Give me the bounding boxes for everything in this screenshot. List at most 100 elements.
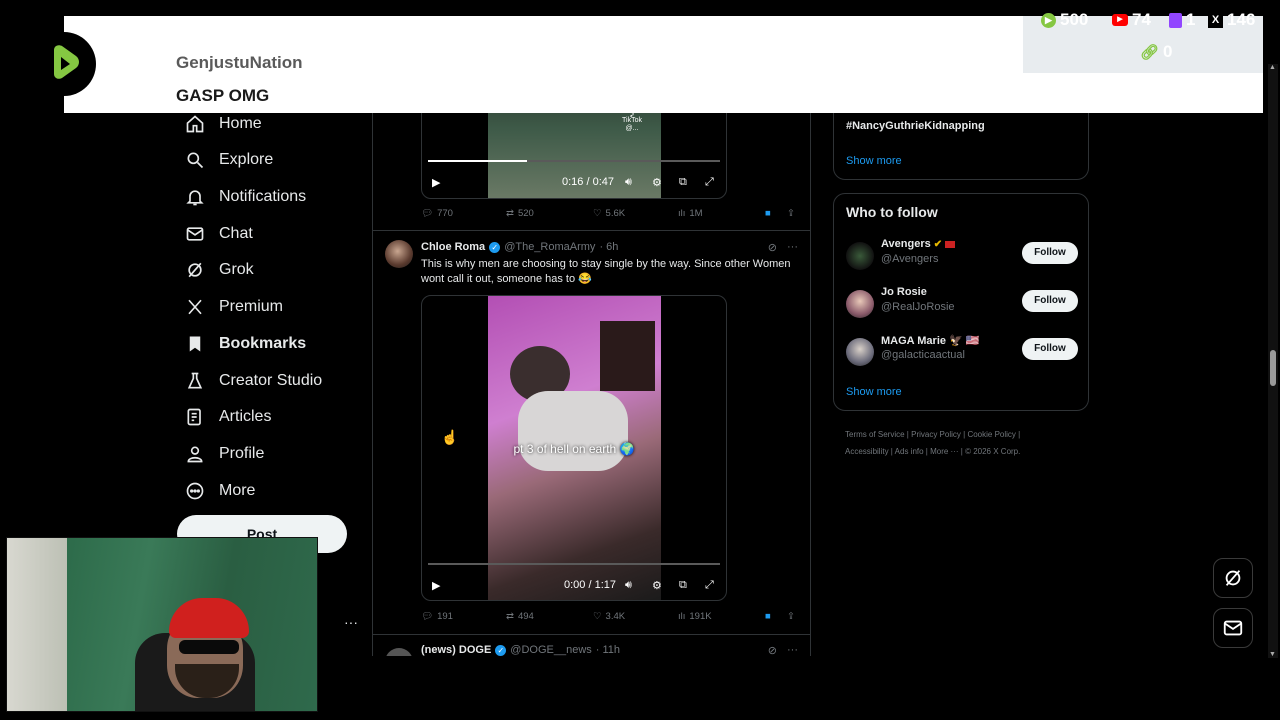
scroll-down-icon[interactable]: ▼ <box>1269 651 1276 658</box>
tweet-header: (news) DOGE ✓ @DOGE__news · 11h <box>421 644 620 656</box>
pip-icon[interactable]: ⧉ <box>679 176 687 189</box>
repost-button[interactable]: ⇄ 520 <box>506 208 534 219</box>
author-name[interactable]: (news) DOGE <box>421 644 491 656</box>
top-video[interactable]: ♪ TikTok @... ▶ 0:16 / 0:47 🔊︎ ⚙︎ ⧉ ⤢ <box>421 100 727 199</box>
footer-links: Terms of Service | Privacy Policy | Cook… <box>845 430 1021 456</box>
tweet-actions: 💬︎ 191 ⇄ 494 ♡ 3.4K ılı 191K ■ ⇪ <box>421 611 801 627</box>
view-count: 191K <box>689 611 712 622</box>
like-button[interactable]: ♡ 5.6K <box>593 208 625 219</box>
views-button[interactable]: ılı 1M <box>678 208 703 219</box>
video-time: 0:16 / 0:47 <box>562 176 614 188</box>
nav-item-premium[interactable]: Premium <box>184 291 283 323</box>
footer-link-terms[interactable]: Terms of Service <box>845 430 905 439</box>
twitch-viewers: 1 <box>1169 10 1195 30</box>
more-icon[interactable]: ··· <box>787 241 798 254</box>
trends-show-more[interactable]: Show more <box>846 155 902 167</box>
footer-link-more[interactable]: More ··· <box>930 447 958 456</box>
follow-suggestion[interactable]: Avengers ✔ @Avengers Follow <box>846 238 1078 278</box>
follow-button[interactable]: Follow <box>1022 290 1078 312</box>
bookmark-button[interactable]: ■ <box>765 208 771 219</box>
grok-floating-button[interactable] <box>1213 558 1253 598</box>
footer-link-accessibility[interactable]: Accessibility <box>845 447 889 456</box>
nav-item-articles[interactable]: Articles <box>184 401 271 433</box>
avatar[interactable] <box>846 290 874 318</box>
footer-link-ads[interactable]: Ads info <box>895 447 924 456</box>
tweet-header: Chloe Roma ✓ @The_RomaArmy · 6h <box>421 241 618 253</box>
account-name[interactable]: Jo Rosie <box>881 286 927 298</box>
grok-icon[interactable]: ⊘ <box>768 644 777 656</box>
repost-button[interactable]: ⇄ 494 <box>506 611 534 622</box>
nav-item-chat[interactable]: Chat <box>184 218 253 250</box>
nav-item-bookmarks[interactable]: Bookmarks <box>184 328 306 360</box>
author-handle[interactable]: @The_RomaArmy <box>504 241 595 253</box>
settings-icon[interactable]: ⚙︎ <box>652 176 662 189</box>
avatar[interactable] <box>846 338 874 366</box>
author-name[interactable]: Chloe Roma <box>421 241 485 253</box>
divider <box>373 230 810 231</box>
twitch-count: 1 <box>1186 10 1196 29</box>
follow-suggestion[interactable]: MAGA Marie 🦅 🇺🇸 @galacticaactual Follow <box>846 334 1078 374</box>
scroll-thumb[interactable] <box>1270 350 1276 386</box>
reply-button[interactable]: 💬︎ 770 <box>421 208 453 219</box>
page-scrollbar[interactable]: ▲ ▼ <box>1268 64 1278 658</box>
follow-suggestion[interactable]: Jo Rosie @RealJoRosie Follow <box>846 286 1078 326</box>
more-icon[interactable]: ··· <box>787 644 798 656</box>
nav-item-explore[interactable]: Explore <box>184 144 273 176</box>
tweet-time[interactable]: · 6h <box>599 241 618 253</box>
nav-item-creator-studio[interactable]: Creator Studio <box>184 365 322 397</box>
person-icon <box>184 443 206 465</box>
nav-item-notifications[interactable]: Notifications <box>184 181 306 213</box>
tweet-time[interactable]: · 11h <box>596 644 620 656</box>
alert-message: GASP OMG <box>176 86 270 105</box>
tweet-video[interactable]: pt 3 of hell on earth 🌍 ▶ 0:00 / 1:17 🔊︎… <box>421 295 727 601</box>
fullscreen-icon[interactable]: ⤢ <box>705 579 714 592</box>
share-button[interactable]: ⇪ <box>787 611 795 622</box>
grok-icon[interactable]: ⊘ <box>768 241 777 254</box>
pip-icon[interactable]: ⧉ <box>679 579 687 592</box>
rumble-play-icon <box>54 45 79 79</box>
webcam-feed <box>6 537 318 712</box>
home-icon <box>184 113 206 135</box>
settings-icon[interactable]: ⚙︎ <box>652 579 662 592</box>
video-progress[interactable] <box>428 563 720 565</box>
top-video-progress[interactable] <box>428 160 720 162</box>
nav-label-explore: Explore <box>219 151 274 168</box>
views-icon: ılı <box>678 611 686 622</box>
account-handle: @galacticaactual <box>881 349 965 361</box>
youtube-count: 74 <box>1132 10 1151 29</box>
volume-icon[interactable]: 🔊︎ <box>625 579 632 592</box>
account-name[interactable]: MAGA Marie 🦅 🇺🇸 <box>881 334 980 347</box>
scroll-up-icon[interactable]: ▲ <box>1269 64 1276 71</box>
nav-item-more[interactable]: More <box>184 475 255 507</box>
nav-item-grok[interactable]: Grok <box>184 254 254 286</box>
verified-icon: ✓ <box>489 241 501 253</box>
follow-show-more[interactable]: Show more <box>846 386 902 398</box>
grok-icon <box>1225 570 1241 586</box>
play-icon[interactable]: ▶ <box>432 176 440 189</box>
reply-button[interactable]: 💬︎ 191 <box>421 611 453 622</box>
trend-item[interactable]: #NancyGuthrieKidnapping <box>846 120 985 132</box>
reply-count: 770 <box>437 208 453 219</box>
more-circle-icon <box>184 480 206 502</box>
follow-button[interactable]: Follow <box>1022 338 1078 360</box>
volume-icon[interactable]: 🔊︎ <box>625 176 632 189</box>
like-button[interactable]: ♡ 3.4K <box>593 611 625 622</box>
nav-label-home: Home <box>219 115 262 132</box>
share-button[interactable]: ⇪ <box>787 208 795 219</box>
bookmark-button[interactable]: ■ <box>765 611 771 622</box>
nav-item-profile[interactable]: Profile <box>184 438 264 470</box>
messages-floating-button[interactable] <box>1213 608 1253 648</box>
views-button[interactable]: ılı 191K <box>678 611 712 622</box>
account-more-icon[interactable]: ··· <box>344 614 358 630</box>
footer-link-cookie[interactable]: Cookie Policy <box>967 430 1015 439</box>
avatar[interactable] <box>846 242 874 270</box>
footer-link-privacy[interactable]: Privacy Policy <box>911 430 961 439</box>
author-handle[interactable]: @DOGE__news <box>510 644 591 656</box>
play-icon[interactable]: ▶ <box>432 579 440 592</box>
tiktok-handle: @... <box>625 125 639 132</box>
avatar[interactable] <box>385 648 413 656</box>
account-name[interactable]: Avengers ✔ <box>881 238 956 250</box>
fullscreen-icon[interactable]: ⤢ <box>705 176 714 189</box>
follow-button[interactable]: Follow <box>1022 242 1078 264</box>
avatar[interactable] <box>385 240 413 268</box>
